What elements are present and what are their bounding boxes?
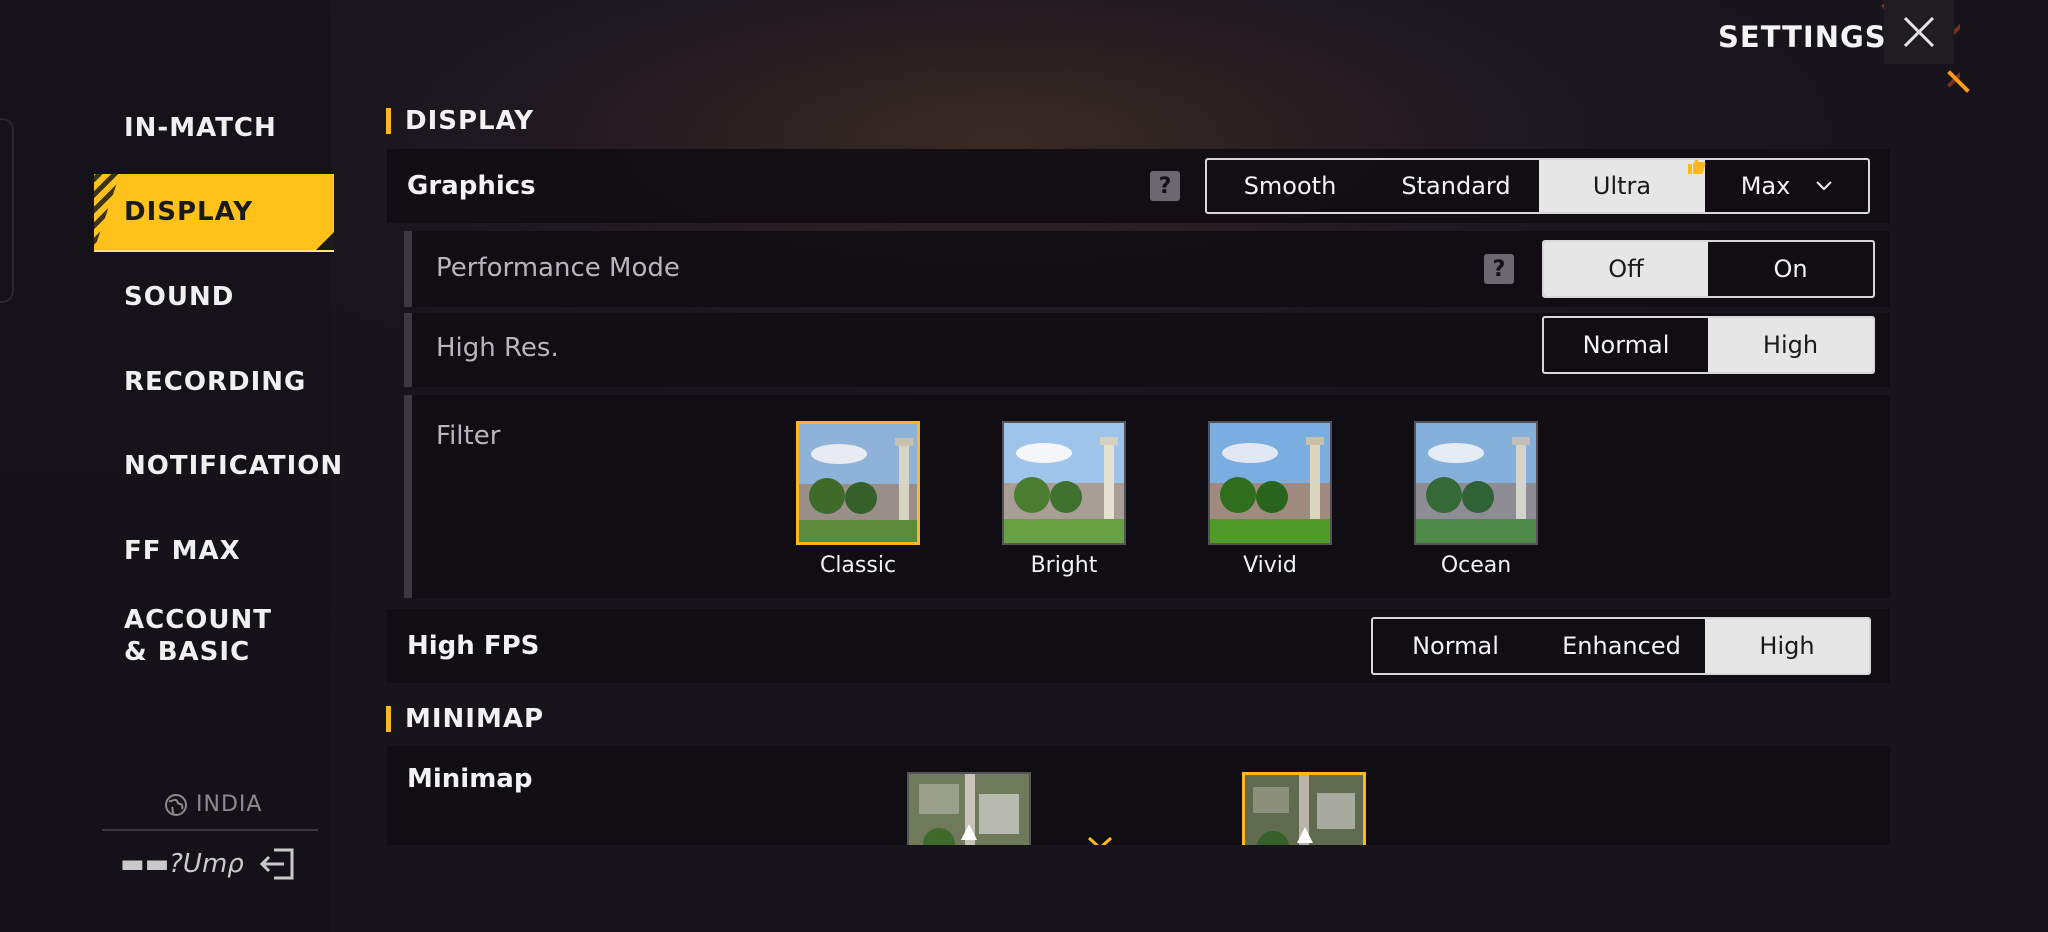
performance-mode-toggle: Off On	[1542, 240, 1875, 298]
performance-option-on[interactable]: On	[1708, 242, 1873, 296]
sidebar-divider	[102, 829, 318, 831]
high-fps-row: High FPS Normal Enhanced High	[387, 609, 1890, 683]
help-icon[interactable]: ?	[1150, 171, 1180, 201]
sidebar-item-label: ACCOUNT & BASIC	[124, 605, 272, 667]
corner-accent-decoration	[1930, 70, 1970, 110]
option-label: Ultra	[1592, 172, 1652, 200]
filter-label: Filter	[436, 421, 501, 451]
high-fps-option-normal[interactable]: Normal	[1373, 619, 1538, 673]
high-res-row: High Res. Normal High	[404, 313, 1890, 387]
sidebar-item-ff-max[interactable]: FF MAX	[94, 512, 334, 590]
filter-options: Classic Bright Vivid Ocean	[796, 421, 1538, 578]
high-res-label: High Res.	[436, 333, 559, 363]
performance-mode-label: Performance Mode	[436, 253, 680, 283]
sidebar-item-notification[interactable]: NOTIFICATION	[94, 427, 342, 505]
section-title: DISPLAY	[405, 106, 535, 136]
graphics-option-max[interactable]: Max	[1705, 160, 1868, 212]
graphics-label: Graphics	[407, 171, 536, 201]
graphics-row: Graphics ? Smooth Standard Ultra Max	[387, 149, 1890, 223]
region-indicator: INDIA	[164, 792, 262, 817]
graphics-option-smooth[interactable]: Smooth	[1207, 160, 1373, 212]
settings-sidebar: IN-MATCH DISPLAY SOUND RECORDING NOTIFIC…	[0, 0, 342, 932]
high-fps-option-high[interactable]: High	[1705, 619, 1869, 673]
filter-preview-image	[1414, 421, 1538, 545]
page-title: SETTINGS	[1718, 20, 1887, 54]
sidebar-edge-decoration	[0, 118, 14, 303]
minimap-option-1[interactable]	[907, 772, 1031, 845]
chevron-down-icon	[1816, 181, 1833, 191]
minimap-row: Minimap	[387, 746, 1890, 845]
section-header-minimap: MINIMAP	[386, 704, 544, 734]
filter-name: Ocean	[1440, 553, 1512, 578]
close-button[interactable]	[1884, 0, 1954, 64]
high-res-option-normal[interactable]: Normal	[1544, 318, 1708, 372]
graphics-option-ultra[interactable]: Ultra	[1539, 160, 1706, 212]
section-header-display: DISPLAY	[386, 106, 534, 136]
help-icon[interactable]: ?	[1484, 254, 1514, 284]
filter-option-ocean[interactable]: Ocean	[1414, 421, 1538, 578]
close-icon	[1903, 16, 1935, 48]
sidebar-item-recording[interactable]: RECORDING	[94, 343, 334, 421]
sidebar-item-label: DISPLAY	[124, 197, 254, 227]
filter-row: Filter Classic Bright Vivid Ocean	[404, 395, 1890, 598]
user-name: ▬▬?Umρ	[120, 849, 244, 879]
performance-option-off[interactable]: Off	[1544, 242, 1708, 296]
exit-icon[interactable]	[258, 846, 298, 882]
sidebar-item-in-match[interactable]: IN-MATCH	[94, 89, 334, 167]
region-label: INDIA	[196, 792, 263, 817]
graphics-option-standard[interactable]: Standard	[1373, 160, 1539, 212]
high-res-toggle: Normal High	[1542, 316, 1875, 374]
filter-option-bright[interactable]: Bright	[1002, 421, 1126, 578]
sidebar-item-display[interactable]: DISPLAY	[94, 174, 334, 252]
section-accent-bar	[386, 108, 391, 134]
graphics-selector: Smooth Standard Ultra Max	[1205, 158, 1870, 214]
minimap-label: Minimap	[407, 764, 533, 794]
sidebar-item-label: FF MAX	[124, 536, 241, 566]
sidebar-item-label: IN-MATCH	[124, 113, 277, 143]
filter-preview-image	[1208, 421, 1332, 545]
high-fps-option-enhanced[interactable]: Enhanced	[1538, 619, 1705, 673]
globe-icon	[165, 793, 187, 816]
filter-preview-image	[796, 421, 920, 545]
sidebar-item-sound[interactable]: SOUND	[94, 258, 334, 336]
section-title: MINIMAP	[405, 704, 545, 734]
sidebar-item-label: SOUND	[124, 282, 235, 312]
sidebar-item-label: NOTIFICATION	[124, 451, 344, 481]
sidebar-item-label: RECORDING	[124, 367, 307, 397]
high-fps-label: High FPS	[407, 631, 540, 661]
thumbs-up-icon	[1688, 160, 1706, 174]
filter-name: Vivid	[1243, 553, 1297, 578]
sidebar-item-account-basic[interactable]: ACCOUNT & BASIC	[94, 596, 294, 676]
filter-name: Bright	[1030, 553, 1098, 578]
high-res-option-high[interactable]: High	[1708, 318, 1873, 372]
performance-mode-row: Performance Mode ? Off On	[404, 231, 1890, 307]
section-accent-bar	[386, 706, 391, 732]
account-row: ▬▬?Umρ	[120, 846, 298, 882]
filter-name: Classic	[819, 553, 897, 578]
filter-option-vivid[interactable]: Vivid	[1208, 421, 1332, 578]
chevron-down-icon	[1087, 836, 1113, 845]
minimap-option-2[interactable]	[1242, 772, 1366, 845]
filter-option-classic[interactable]: Classic	[796, 421, 920, 578]
option-label: Max	[1740, 172, 1791, 200]
filter-preview-image	[1002, 421, 1126, 545]
high-fps-selector: Normal Enhanced High	[1371, 617, 1871, 675]
